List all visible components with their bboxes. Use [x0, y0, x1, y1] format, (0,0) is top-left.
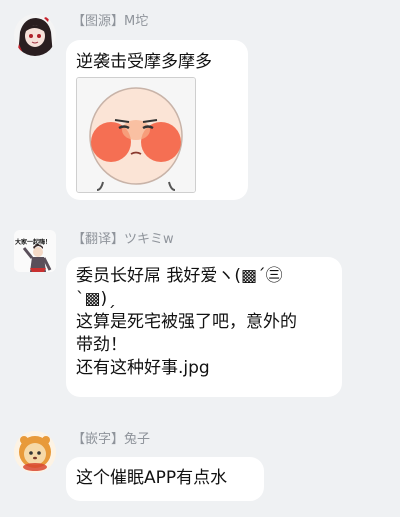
message-bubble[interactable]: 逆袭击受摩多摩多	[66, 40, 248, 200]
message-text: 这个催眠APP有点水	[76, 468, 228, 488]
message-text: 这算是死宅被强了吧，意外的	[76, 312, 297, 332]
avatar[interactable]	[14, 431, 56, 473]
cheering-figure-avatar-icon	[14, 230, 56, 272]
avatar[interactable]	[14, 14, 56, 56]
avatar-caption: 大家一起嗨！	[15, 239, 52, 246]
message-text: 委员长好屌 我好爱ヽ(▩ˊ㊂	[76, 266, 283, 286]
message-bubble[interactable]: 这个催眠APP有点水	[66, 457, 264, 501]
message-text: 逆袭击受摩多摩多	[76, 52, 212, 72]
anime-girl-avatar-icon	[14, 14, 56, 56]
blushing-face-sticker-icon[interactable]	[76, 77, 196, 193]
sender-name: 【嵌字】兔子	[72, 432, 151, 447]
sender-name: 【图源】M坨	[72, 14, 149, 29]
avatar[interactable]: 大家一起嗨！	[14, 230, 56, 272]
message-text: `▩)ˏ	[76, 289, 116, 309]
sender-name: 【翻译】ツキミw	[72, 232, 174, 247]
message-text: 还有这种好事.jpg	[76, 358, 210, 378]
lion-cub-avatar-icon	[14, 431, 56, 473]
message-bubble[interactable]: 委员长好屌 我好爱ヽ(▩ˊ㊂ `▩)ˏ 这算是死宅被强了吧，意外的 带劲！ 还有…	[66, 257, 342, 397]
message-text: 带劲！	[76, 335, 127, 355]
